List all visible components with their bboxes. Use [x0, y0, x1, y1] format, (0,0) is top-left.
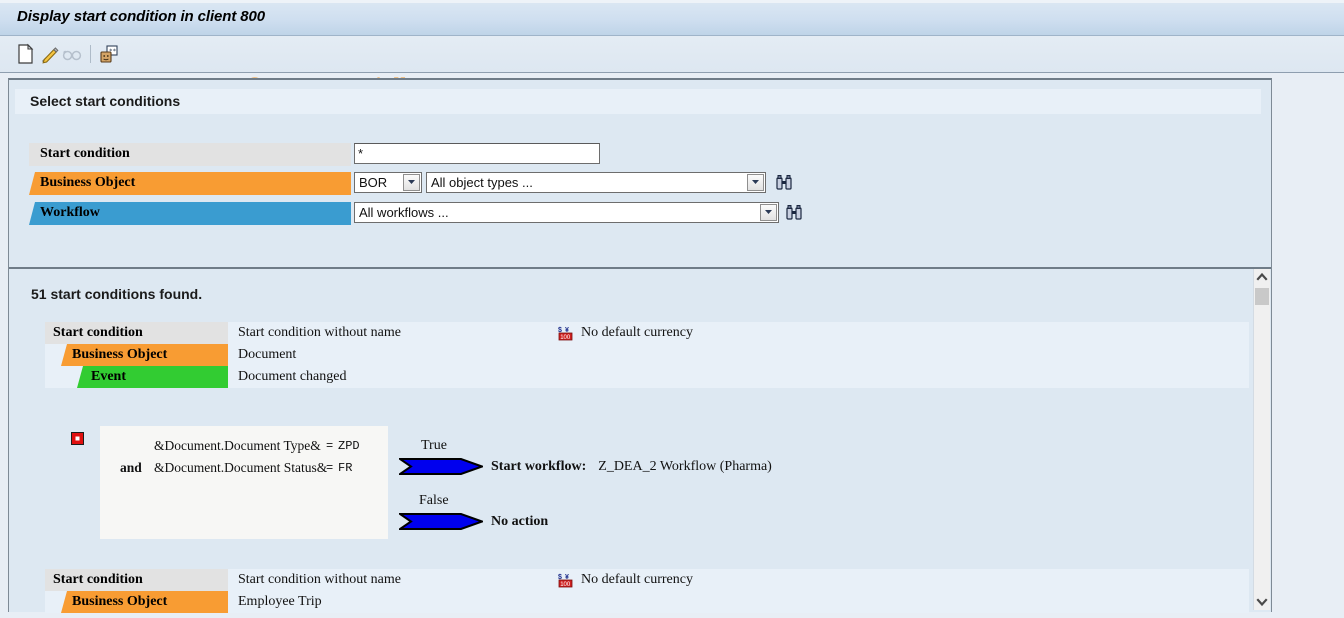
currency-icon: $ ¥ 100	[558, 327, 573, 341]
entry-value-business-object: Document	[238, 347, 297, 362]
table-row[interactable]: Business Object Document	[9, 344, 1249, 366]
binoculars-icon[interactable]	[776, 174, 792, 190]
condition-line-2-expression: &Document.Document Status&	[154, 460, 328, 475]
start-condition-input[interactable]: *	[354, 143, 600, 164]
chevron-down-icon	[1256, 598, 1268, 607]
new-document-icon[interactable]	[14, 43, 36, 65]
branch-action-true-prefix: Start workflow:	[491, 459, 587, 474]
entry-tag-start-condition: Start condition	[45, 322, 228, 344]
condition-line-2-logical-operator: and	[120, 460, 142, 475]
branch-action-true-value: Z_DEA_2 Workflow (Pharma)	[598, 459, 772, 474]
table-row[interactable]: Business Object Employee Trip	[9, 591, 1249, 613]
entry-currency-text: No default currency	[581, 325, 693, 340]
workflow-label: Workflow	[29, 202, 351, 225]
activation-switch-icon[interactable]: **	[98, 43, 120, 65]
scrollbar-down-button[interactable]	[1254, 593, 1270, 610]
condition-line-1-operator: =	[326, 439, 334, 453]
entry-tag-start-condition: Start condition	[45, 569, 228, 591]
condition-line-1-constant: ZPD	[338, 439, 360, 453]
business-object-value-select[interactable]: All object types ...	[426, 172, 766, 193]
entry-value-start-condition: Start condition without name	[238, 325, 401, 340]
chevron-down-icon	[765, 210, 772, 214]
business-object-type-select[interactable]: BOR	[354, 172, 422, 193]
workflow-value: All workflows ...	[359, 205, 449, 220]
content-frame: Select start conditions Start condition …	[8, 78, 1272, 613]
business-object-value: All object types ...	[431, 175, 533, 190]
title-highlight-line	[0, 0, 1344, 3]
application-toolbar: ** © www.tutorialkart.com	[0, 36, 1344, 98]
scrollbar-thumb[interactable]	[1255, 288, 1269, 305]
svg-text:100: 100	[560, 582, 571, 588]
table-row[interactable]: Start condition Start condition without …	[9, 569, 1249, 591]
business-object-label: Business Object	[29, 172, 351, 195]
window-title-bar: Display start condition in client 800	[0, 0, 1344, 36]
entry-tag-business-object: Business Object	[61, 344, 228, 366]
condition-line-1-expression: &Document.Document Type&	[154, 438, 321, 453]
workflow-value-select[interactable]: All workflows ...	[354, 202, 779, 223]
business-object-type-value: BOR	[359, 175, 388, 190]
entry-value-business-object: Employee Trip	[238, 594, 322, 609]
branch-action-false-prefix: No action	[491, 514, 549, 529]
select-panel-header: Select start conditions	[15, 89, 1261, 114]
glasses-display-icon	[61, 43, 83, 65]
branch-label-true: True	[421, 438, 447, 453]
branch-arrow-true-icon	[399, 458, 483, 475]
start-conditions-results-panel: 51 start conditions found. Start conditi…	[9, 267, 1271, 613]
table-row[interactable]: Event Document changed	[9, 366, 1249, 388]
select-start-conditions-panel: Select start conditions Start condition …	[9, 80, 1271, 263]
binoculars-icon[interactable]	[786, 204, 802, 220]
svg-text:100: 100	[560, 335, 571, 341]
chevron-down-icon	[752, 180, 759, 184]
pencil-edit-icon[interactable]	[38, 43, 60, 65]
entry-currency-text: No default currency	[581, 572, 693, 587]
page-title: Display start condition in client 800	[17, 8, 266, 25]
branch-arrow-false-icon	[399, 513, 483, 530]
condition-expression-box[interactable]: &Document.Document Type& = ZPD and &Docu…	[100, 426, 388, 539]
select-panel-title: Select start conditions	[30, 93, 181, 109]
workflow-dropdown-button[interactable]	[760, 204, 777, 221]
results-vertical-scrollbar[interactable]	[1253, 269, 1270, 610]
business-object-dropdown-button[interactable]	[747, 174, 764, 191]
condition-line-2-operator: =	[326, 461, 334, 475]
currency-icon: $ ¥ 100	[558, 574, 573, 588]
entry-value-start-condition: Start condition without name	[238, 572, 401, 587]
chevron-up-icon	[1256, 272, 1268, 281]
business-object-type-dropdown-button[interactable]	[403, 174, 420, 191]
branch-label-false: False	[419, 493, 449, 508]
scrollbar-up-button[interactable]	[1254, 269, 1270, 286]
results-count-text: 51 start conditions found.	[31, 286, 203, 302]
chevron-down-icon	[408, 180, 415, 184]
branch-action-false: No action	[491, 514, 548, 530]
start-condition-label: Start condition	[29, 143, 351, 166]
entry-tag-business-object: Business Object	[61, 591, 228, 613]
entry-value-event: Document changed	[238, 369, 347, 384]
condition-line-2-constant: FR	[338, 461, 353, 475]
table-row[interactable]: Start condition Start condition without …	[9, 322, 1249, 344]
branch-action-true: Start workflow: Z_DEA_2 Workflow (Pharma…	[491, 459, 772, 475]
entry-tag-event: Event	[77, 366, 228, 388]
red-stop-icon[interactable]	[71, 432, 85, 446]
toolbar-separator	[90, 45, 91, 63]
